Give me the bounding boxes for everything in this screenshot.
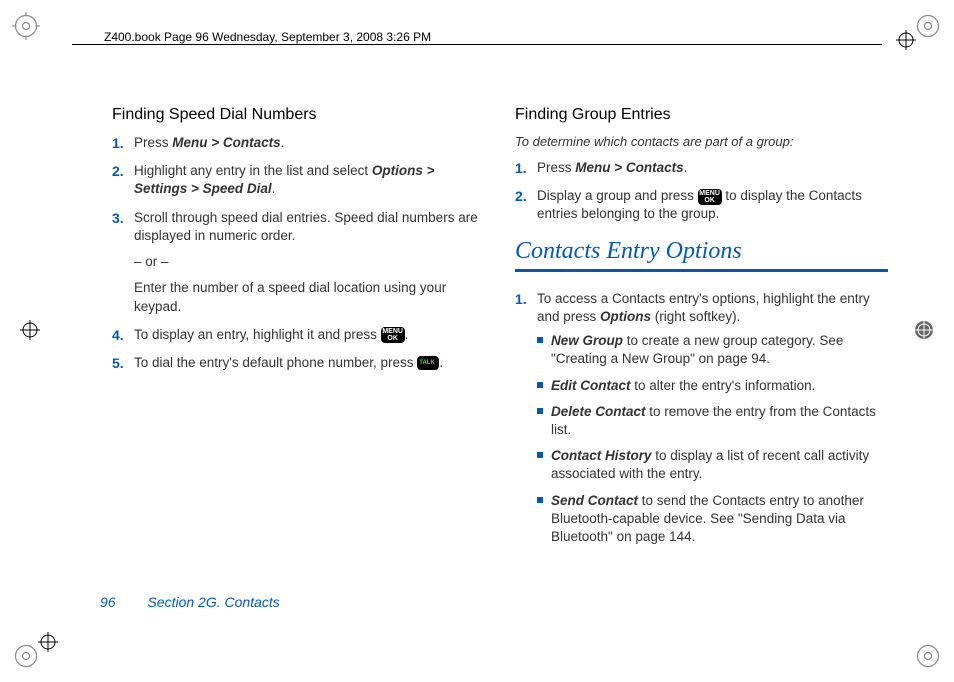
step-4: To display an entry, highlight it and pr…	[112, 326, 485, 344]
opt-contact-history: Contact History to display a list of rec…	[537, 447, 888, 483]
footer-section: Section 2G. Contacts	[147, 594, 279, 610]
ostep-1: To access a Contacts entry's options, hi…	[515, 290, 888, 547]
content-area: Finding Speed Dial Numbers Press Menu > …	[112, 106, 888, 582]
gear-icon	[914, 12, 942, 40]
gear-icon	[12, 642, 40, 670]
step-1: Press Menu > Contacts.	[112, 134, 485, 152]
registration-mark-icon	[38, 632, 58, 652]
page-number: 96	[100, 594, 116, 610]
gear-icon	[914, 642, 942, 670]
header-rule	[72, 44, 882, 45]
heading-speed-dial: Finding Speed Dial Numbers	[112, 106, 485, 124]
opt-edit-contact: Edit Contact to alter the entry's inform…	[537, 377, 888, 395]
menu-ok-key-icon: MENUOK	[381, 327, 405, 343]
registration-mark-icon	[914, 320, 934, 340]
step-2: Highlight any entry in the list and sele…	[112, 162, 485, 198]
talk-key-icon	[417, 356, 439, 370]
registration-mark-icon	[20, 320, 40, 340]
heading-group-entries: Finding Group Entries	[515, 106, 888, 124]
left-column: Finding Speed Dial Numbers Press Menu > …	[112, 106, 485, 582]
gear-icon	[12, 12, 40, 40]
opt-send-contact: Send Contact to send the Contacts entry …	[537, 492, 888, 547]
opt-delete-contact: Delete Contact to remove the entry from …	[537, 403, 888, 439]
registration-mark-icon	[896, 30, 916, 50]
footer: 96 Section 2G. Contacts	[100, 594, 280, 610]
step-3: Scroll through speed dial entries. Speed…	[112, 209, 485, 316]
gstep-2: Display a group and press MENUOK to disp…	[515, 187, 888, 223]
intro-text: To determine which contacts are part of …	[515, 134, 888, 149]
gstep-1: Press Menu > Contacts.	[515, 159, 888, 177]
right-column: Finding Group Entries To determine which…	[515, 106, 888, 582]
opt-new-group: New Group to create a new group category…	[537, 332, 888, 368]
step-5: To dial the entry's default phone number…	[112, 354, 485, 372]
menu-ok-key-icon: MENUOK	[698, 189, 722, 205]
header-text: Z400.book Page 96 Wednesday, September 3…	[100, 30, 435, 44]
section-contacts-entry-options: Contacts Entry Options	[515, 238, 888, 272]
